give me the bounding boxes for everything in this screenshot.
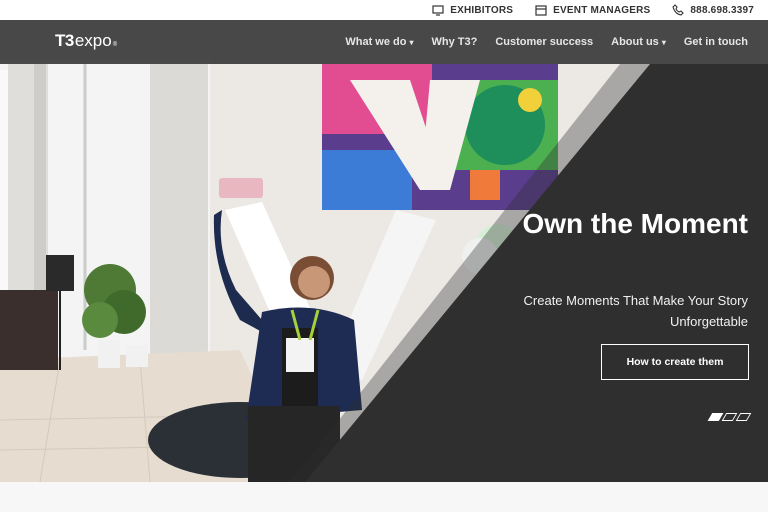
phone-link[interactable]: 888.698.3397 xyxy=(672,4,754,16)
monitor-icon xyxy=(432,5,444,16)
nav-item-customer-success[interactable]: Customer success xyxy=(495,36,593,48)
carousel-indicators xyxy=(707,413,752,421)
hero-subhead: Create Moments That Make Your Story Unfo… xyxy=(523,293,748,329)
utility-bar: EXHIBITORS EVENT MANAGERS 888.698.3397 xyxy=(0,0,768,20)
nav-item-label: What we do xyxy=(345,36,407,48)
logo-t3: T3 xyxy=(55,31,74,50)
calendar-icon xyxy=(535,5,547,16)
chevron-down-icon: ▾ xyxy=(661,37,666,47)
below-fold-section xyxy=(0,482,768,512)
event-managers-link[interactable]: EVENT MANAGERS xyxy=(535,4,650,16)
nav-item-why-t3[interactable]: Why T3? xyxy=(431,36,477,48)
carousel-dot-3[interactable] xyxy=(735,413,752,421)
nav-item-get-in-touch[interactable]: Get in touch xyxy=(684,36,748,48)
main-nav: T3 expo ® What we do ▾ Why T3? Customer … xyxy=(0,20,768,64)
nav-item-label: Get in touch xyxy=(683,36,748,48)
logo-expo: expo xyxy=(74,31,112,50)
chevron-down-icon: ▾ xyxy=(409,37,414,47)
phone-icon xyxy=(672,4,685,16)
exhibitors-link[interactable]: EXHIBITORS xyxy=(432,4,513,16)
nav-item-what-we-do[interactable]: What we do ▾ xyxy=(345,36,413,48)
nav-links: What we do ▾ Why T3? Customer success Ab… xyxy=(345,20,748,64)
hero-headline: Own the Moment xyxy=(522,208,748,239)
hero-dark-panel xyxy=(290,64,768,482)
event-managers-label: EVENT MANAGERS xyxy=(553,4,651,16)
hero-section: Own the Moment Create Moments That Make … xyxy=(0,20,768,482)
nav-item-label: Why T3? xyxy=(431,36,478,48)
logo-registered-mark: ® xyxy=(112,42,118,48)
phone-number: 888.698.3397 xyxy=(690,4,754,16)
t3expo-logo[interactable]: T3 expo ® xyxy=(55,31,117,51)
exhibitors-label: EXHIBITORS xyxy=(450,4,514,16)
how-to-create-them-button[interactable]: How to create them xyxy=(601,344,749,380)
nav-item-label: Customer success xyxy=(495,36,594,48)
nav-item-about-us[interactable]: About us ▾ xyxy=(611,36,666,48)
nav-item-label: About us xyxy=(611,36,659,48)
